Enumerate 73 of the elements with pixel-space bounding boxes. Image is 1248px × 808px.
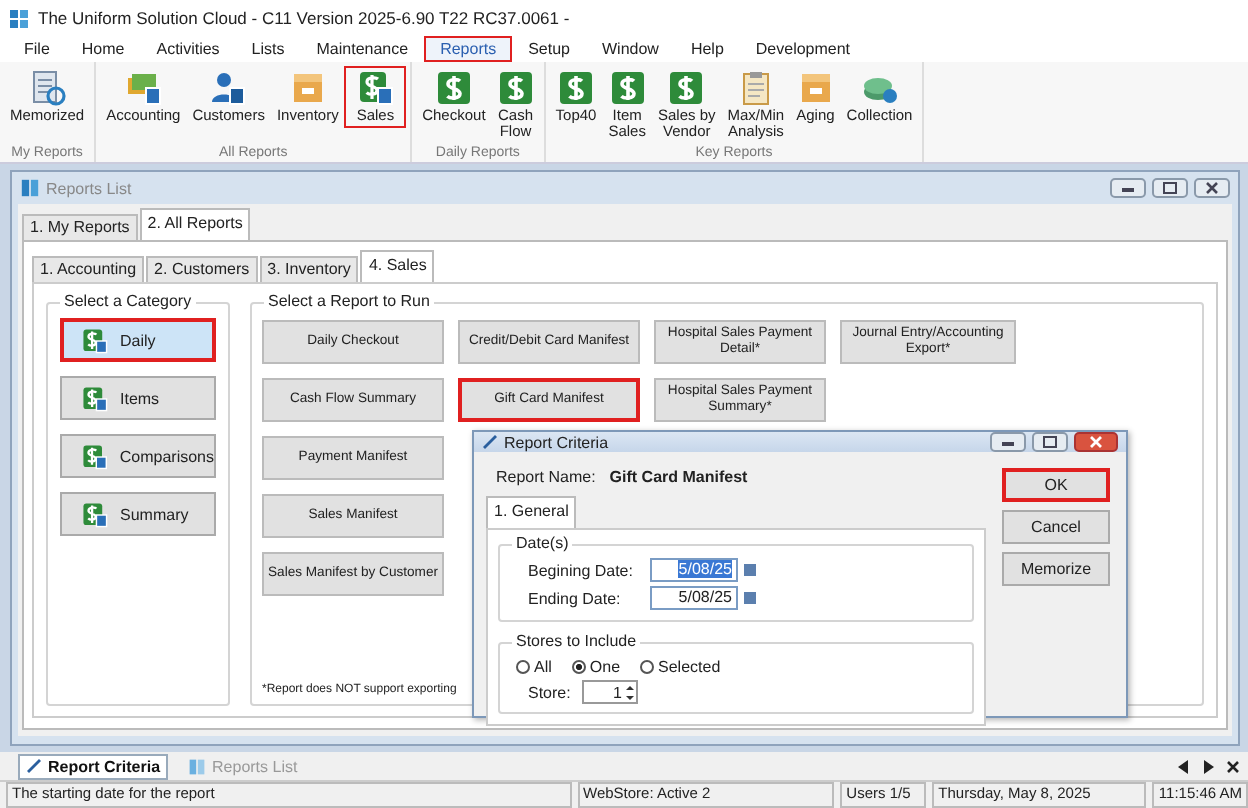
dialog-button[interactable]: OK bbox=[1002, 468, 1110, 502]
category-button[interactable]: Summary bbox=[60, 492, 216, 536]
dollar-card-icon bbox=[82, 385, 108, 411]
tab[interactable]: 1. Accounting bbox=[32, 256, 145, 282]
tab[interactable]: 2. Customers bbox=[146, 256, 258, 282]
close-icon[interactable] bbox=[1074, 432, 1118, 452]
dollar-card-icon bbox=[82, 443, 108, 469]
report-name: Gift Card Manifest bbox=[609, 468, 748, 486]
category-button[interactable]: Items bbox=[60, 376, 216, 420]
dollar-card-icon bbox=[82, 327, 108, 353]
store-spinner[interactable]: 1 bbox=[582, 680, 638, 704]
group-title: Select a Report to Run bbox=[264, 292, 434, 312]
category-button[interactable]: Comparisons bbox=[60, 434, 216, 478]
date-field[interactable]: 5/08/25 bbox=[650, 558, 738, 582]
app-logo-icon bbox=[20, 178, 40, 198]
menu-item[interactable]: Setup bbox=[512, 36, 586, 62]
dollar-icon bbox=[497, 70, 534, 106]
field-label: Begining Date: bbox=[528, 561, 635, 579]
window-tab[interactable]: Report Criteria bbox=[18, 753, 169, 779]
tab[interactable]: 3. Inventory bbox=[259, 256, 359, 282]
money-card-icon bbox=[125, 70, 162, 106]
field-label: Store: bbox=[526, 683, 573, 701]
box-icon bbox=[289, 70, 326, 106]
dollar-icon bbox=[609, 70, 646, 106]
scroll-right-icon[interactable] bbox=[1202, 759, 1214, 773]
group-title: Stores to Include bbox=[512, 632, 641, 652]
date-field[interactable]: 5/08/25 bbox=[650, 586, 738, 610]
close-icon[interactable] bbox=[1226, 759, 1240, 773]
pencil-icon bbox=[482, 434, 498, 450]
tab[interactable]: 1. My Reports bbox=[22, 214, 138, 240]
box-icon bbox=[797, 70, 834, 106]
menu-item[interactable]: File bbox=[8, 36, 66, 62]
tab[interactable]: 1. General bbox=[486, 496, 577, 528]
app-logo-icon bbox=[188, 757, 207, 775]
minimize-icon[interactable] bbox=[1110, 178, 1146, 198]
menu-item[interactable]: Maintenance bbox=[300, 36, 425, 62]
dollar-icon bbox=[668, 70, 705, 106]
menu-item[interactable]: Activities bbox=[140, 36, 236, 62]
window-title: The Uniform Solution Cloud - C11 Version 2025-6.90 T22 RC37.0061 - bbox=[38, 8, 570, 28]
maximize-icon[interactable] bbox=[1152, 178, 1188, 198]
menu-item[interactable]: Lists bbox=[235, 36, 301, 62]
category-button[interactable]: Daily bbox=[60, 318, 216, 362]
tab[interactable]: 2. All Reports bbox=[139, 208, 251, 240]
app-logo-icon bbox=[8, 7, 30, 29]
menu-item[interactable]: Home bbox=[65, 36, 141, 62]
menu-item[interactable]: Help bbox=[674, 36, 740, 62]
dialog-button[interactable]: Memorize bbox=[1002, 552, 1110, 586]
field-label: Report Name: bbox=[496, 468, 596, 486]
group-title: Select a Category bbox=[60, 292, 196, 312]
menu-item[interactable]: Reports bbox=[424, 36, 513, 62]
scroll-left-icon[interactable] bbox=[1178, 759, 1190, 773]
dollar-card-icon bbox=[82, 501, 108, 527]
radio-option[interactable]: All bbox=[516, 658, 552, 676]
radio-option[interactable]: Selected bbox=[640, 658, 721, 676]
pencil-icon bbox=[26, 758, 42, 774]
menu-item[interactable]: Window bbox=[585, 36, 675, 62]
maximize-icon[interactable] bbox=[1032, 432, 1068, 452]
dialog-title: Report Criteria bbox=[504, 433, 609, 451]
dollar-icon bbox=[435, 70, 472, 106]
dialog-button[interactable]: Cancel bbox=[1002, 510, 1110, 544]
people-icon bbox=[210, 70, 247, 106]
dollar-icon bbox=[558, 70, 594, 106]
clipboard-icon bbox=[737, 70, 774, 106]
close-icon[interactable] bbox=[1194, 178, 1230, 198]
group-title: Date(s) bbox=[512, 534, 573, 554]
field-label: Ending Date: bbox=[528, 589, 623, 607]
menu-item[interactable]: Development bbox=[739, 36, 867, 62]
report-icon bbox=[29, 70, 66, 106]
window-title: Reports List bbox=[46, 179, 132, 197]
radio-option[interactable]: One bbox=[571, 658, 621, 676]
tab[interactable]: 4. Sales bbox=[360, 250, 435, 282]
minimize-icon[interactable] bbox=[990, 432, 1026, 452]
dollar-card-icon bbox=[357, 70, 394, 106]
